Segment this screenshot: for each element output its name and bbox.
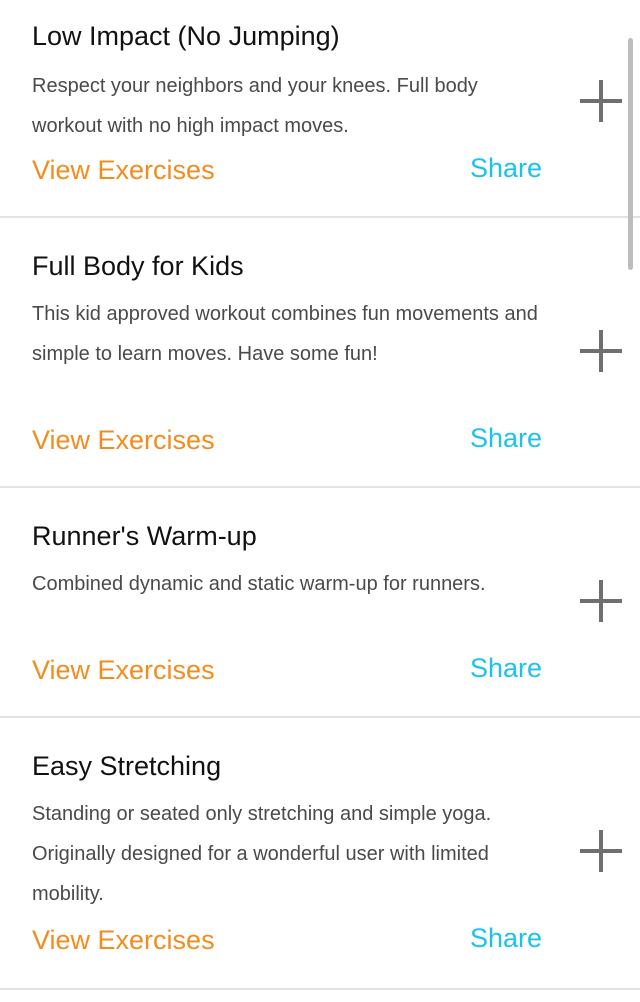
workout-title: Easy Stretching (32, 751, 222, 781)
view-exercises-button[interactable]: View Exercises (32, 422, 215, 458)
scrollbar[interactable] (628, 38, 633, 270)
workout-card: Low Impact (No Jumping) Respect your nei… (0, 0, 640, 218)
workout-description: Combined dynamic and static warm-up for … (32, 573, 486, 595)
share-button[interactable]: Share (470, 650, 542, 686)
add-workout-button[interactable] (580, 80, 622, 122)
workout-card: Runner's Warm-up Combined dynamic and st… (0, 488, 640, 718)
workout-description: This kid approved workout combines fun m… (32, 303, 538, 365)
plus-icon (580, 80, 622, 122)
share-button[interactable]: Share (470, 420, 542, 456)
view-exercises-button[interactable]: View Exercises (32, 652, 215, 688)
workout-card: Easy Stretching Standing or seated only … (0, 718, 640, 990)
add-workout-button[interactable] (580, 830, 622, 872)
workout-title: Full Body for Kids (32, 251, 244, 281)
workout-title: Runner's Warm-up (32, 521, 257, 551)
workout-list: Low Impact (No Jumping) Respect your nei… (0, 0, 640, 1002)
workout-title: Low Impact (No Jumping) (32, 21, 340, 51)
plus-icon (580, 580, 622, 622)
add-workout-button[interactable] (580, 330, 622, 372)
plus-icon (580, 830, 622, 872)
workout-description: Standing or seated only stretching and s… (32, 803, 492, 905)
view-exercises-button[interactable]: View Exercises (32, 922, 215, 958)
workout-card: Full Body for Kids This kid approved wor… (0, 218, 640, 488)
view-exercises-button[interactable]: View Exercises (32, 152, 215, 188)
share-button[interactable]: Share (470, 150, 542, 186)
workout-description: Respect your neighbors and your knees. F… (32, 75, 478, 137)
add-workout-button[interactable] (580, 580, 622, 622)
share-button[interactable]: Share (470, 920, 542, 956)
plus-icon (580, 330, 622, 372)
